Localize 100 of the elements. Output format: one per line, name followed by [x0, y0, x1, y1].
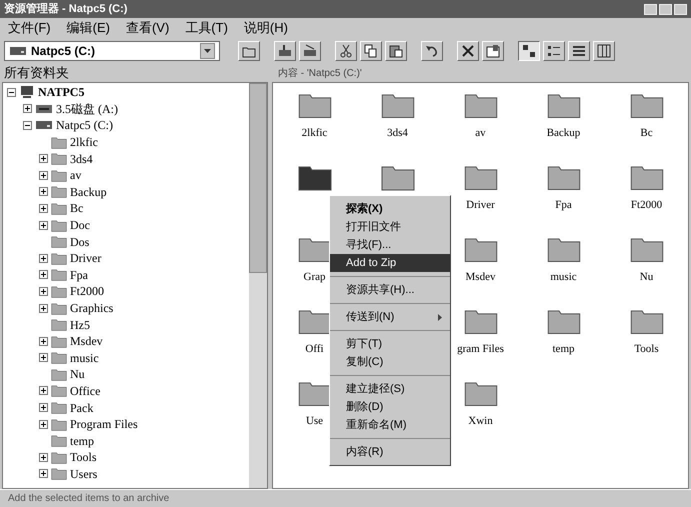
file-label[interactable]: Fpa [554, 196, 573, 213]
tree-item[interactable]: Tools [70, 448, 96, 466]
file-label[interactable]: Xwin [467, 412, 494, 429]
context-menu-item[interactable]: 资源共享(H)... [330, 281, 450, 299]
collapse-toggle[interactable] [23, 120, 32, 130]
tree-item[interactable]: 2lkfic [70, 133, 98, 152]
file-label[interactable]: Ft2000 [630, 196, 664, 213]
view-button[interactable] [518, 41, 540, 61]
expand-toggle[interactable] [39, 254, 48, 263]
undo-icon [425, 44, 439, 58]
expand-toggle[interactable] [39, 403, 48, 412]
map-drive-button[interactable] [274, 41, 296, 61]
cut-button[interactable] [335, 41, 357, 61]
address-dropdown[interactable]: Natpc5 (C:) [4, 41, 220, 61]
scrollbar[interactable] [249, 83, 267, 488]
expand-toggle[interactable] [39, 154, 48, 164]
file-label[interactable]: Use [304, 412, 324, 429]
file-label[interactable]: Tools [633, 340, 660, 357]
tree-item[interactable]: Bc [70, 199, 84, 218]
tree-item[interactable]: Natpc5 (C:) [56, 116, 113, 134]
tree-item[interactable]: Office [70, 382, 100, 400]
expand-toggle[interactable] [39, 386, 48, 396]
context-menu-item[interactable]: 重新命名(M) [330, 416, 450, 434]
pane-header: 内容 - 'Natpc5 (C:)' [278, 66, 362, 80]
expand-toggle[interactable] [39, 204, 48, 213]
file-label[interactable]: 2lkfic [300, 124, 328, 141]
file-label[interactable]: Bc [639, 124, 654, 141]
tree-item[interactable]: Nu [70, 365, 85, 384]
context-menu-item[interactable]: 复制(C) [330, 353, 450, 371]
collapse-toggle[interactable] [7, 88, 16, 97]
context-menu-item[interactable]: 建立捷径(S) [330, 380, 450, 398]
context-menu-item[interactable]: 删除(D) [330, 398, 450, 416]
expand-toggle[interactable] [39, 452, 48, 462]
context-menu-item[interactable]: 寻找(F)... [330, 236, 450, 254]
delete-icon [461, 44, 475, 58]
file-label[interactable]: Msdev [464, 268, 496, 285]
expand-toggle[interactable] [39, 336, 48, 346]
file-label[interactable]: music [549, 268, 578, 285]
tree-item[interactable]: Hz5 [70, 316, 90, 334]
tree-item[interactable]: Doc [70, 216, 90, 234]
expand-toggle[interactable] [23, 104, 32, 114]
expand-toggle[interactable] [39, 187, 48, 196]
menu-item[interactable]: 文件(F) [8, 18, 51, 38]
menu-item[interactable]: 工具(T) [185, 18, 228, 38]
tree-item[interactable]: Msdev [70, 332, 103, 350]
tree-item[interactable]: Program Files [70, 415, 138, 434]
expand-toggle[interactable] [39, 170, 48, 180]
tree-item[interactable]: Backup [70, 182, 107, 201]
tree-item[interactable]: 3.5磁盘 (A:) [56, 100, 118, 118]
expand-toggle[interactable] [39, 220, 48, 230]
folder-icon [51, 418, 67, 431]
file-label[interactable]: Nu [638, 268, 654, 285]
context-menu-item[interactable]: Add to Zip [330, 254, 450, 272]
disconnect-drive-button[interactable] [299, 41, 321, 61]
file-label[interactable]: av [474, 124, 487, 141]
tree-item[interactable]: Driver [70, 249, 102, 268]
file-label[interactable]: 3ds4 [386, 124, 409, 141]
expand-toggle[interactable] [39, 469, 48, 478]
window-title: 资源管理器 - Natpc5 (C:) [4, 2, 128, 17]
window-controls-icon[interactable] [644, 4, 687, 14]
context-menu-item[interactable]: 内容(R) [330, 443, 450, 461]
tree-item[interactable]: NATPC5 [38, 83, 84, 102]
tree-item[interactable]: 3ds4 [70, 150, 93, 168]
tree-item[interactable]: Users [70, 464, 98, 483]
tree-item[interactable]: temp [70, 432, 94, 450]
tree-item[interactable]: Graphics [70, 299, 114, 318]
file-label[interactable]: Backup [546, 124, 582, 141]
folder-icon [51, 268, 67, 282]
up-folder-button[interactable] [238, 41, 260, 61]
folder-icon [51, 434, 67, 448]
context-menu-item[interactable]: 探索(X) [330, 200, 450, 218]
tree-item[interactable]: Fpa [70, 266, 88, 284]
file-label[interactable]: gram Files [456, 340, 505, 357]
context-menu-item[interactable]: 传送到(N) [330, 308, 450, 326]
tree-item[interactable]: Dos [70, 232, 90, 251]
copy-button[interactable] [360, 41, 382, 61]
copy-icon [364, 44, 378, 58]
folder-icon [51, 202, 67, 215]
file-label[interactable]: Offi [304, 340, 325, 357]
file-label[interactable]: temp [552, 340, 576, 357]
file-label[interactable]: Grap [302, 268, 326, 285]
properties-button[interactable] [482, 41, 504, 61]
expand-toggle[interactable] [39, 304, 48, 313]
menu-item[interactable]: 说明(H) [244, 18, 288, 38]
context-menu-item[interactable]: 剪下(T) [330, 335, 450, 353]
expand-toggle[interactable] [39, 353, 48, 362]
tree-item[interactable]: av [70, 166, 82, 184]
file-label[interactable]: Driver [465, 196, 496, 213]
tree-item[interactable]: music [70, 348, 99, 367]
tree-item[interactable]: Pack [70, 398, 94, 417]
menu-item[interactable]: 查看(V) [126, 18, 170, 38]
expand-toggle[interactable] [39, 286, 48, 296]
context-menu-item[interactable]: 打开旧文件 [330, 218, 450, 236]
menu-item[interactable]: 编辑(E) [66, 18, 110, 38]
undo-button[interactable] [421, 41, 443, 61]
tree-item[interactable]: Ft2000 [70, 282, 104, 300]
delete-button[interactable] [457, 41, 479, 61]
paste-button[interactable] [385, 41, 407, 61]
expand-toggle[interactable] [39, 270, 48, 280]
expand-toggle[interactable] [39, 420, 48, 429]
